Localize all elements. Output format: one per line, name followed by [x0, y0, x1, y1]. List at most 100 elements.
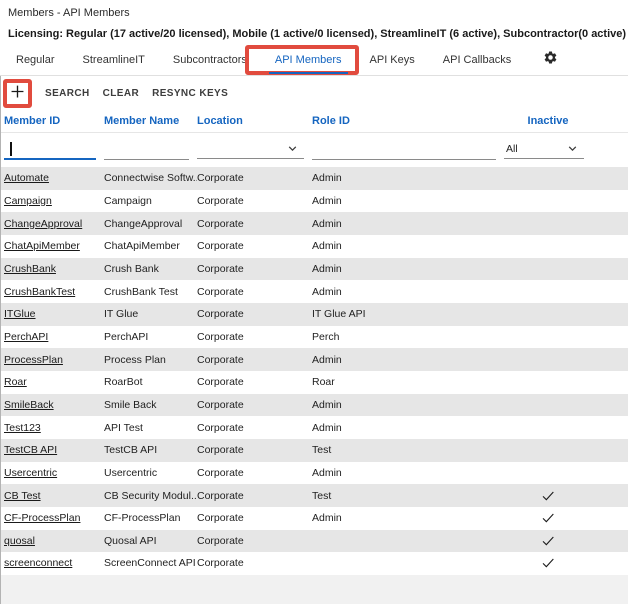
table-row[interactable]: Usercentric Usercentric Corporate Admin: [1, 462, 628, 485]
role-id-cell: Admin: [312, 285, 342, 298]
member-name-cell: CB Security Modul...: [104, 489, 197, 502]
member-id-cell: Test123: [4, 422, 104, 434]
member-id-link[interactable]: ChangeApproval: [4, 218, 82, 230]
member-id-filter-input[interactable]: [4, 140, 96, 160]
table-row[interactable]: ChatApiMember ChatApiMember Corporate Ad…: [1, 235, 628, 258]
role-id-filter-input[interactable]: [312, 139, 496, 160]
member-id-cell: CrushBankTest: [4, 286, 104, 298]
role-id-cell: Test: [312, 489, 332, 502]
location-cell: Corporate: [197, 172, 244, 185]
resync-keys-button[interactable]: RESYNC KEYS: [152, 88, 228, 99]
member-type-tabs: Regular StreamlineIT Subcontractors API …: [0, 44, 628, 75]
check-icon: [540, 535, 556, 547]
member-id-link[interactable]: screenconnect: [4, 557, 72, 569]
inactive-filter-select[interactable]: All: [504, 139, 584, 159]
tab-api-keys[interactable]: API Keys: [356, 44, 429, 75]
member-name-cell: CrushBank Test: [104, 285, 178, 298]
member-id-cell: CF-ProcessPlan: [4, 512, 104, 524]
location-filter-cell: [197, 139, 312, 159]
table-empty-area: [1, 574, 628, 604]
column-header-role-id[interactable]: Role ID: [312, 115, 504, 127]
member-name-cell: ChatApiMember: [104, 240, 180, 253]
table-row[interactable]: CrushBankTest CrushBank Test Corporate A…: [1, 280, 628, 303]
column-header-member-id[interactable]: Member ID: [4, 115, 104, 127]
table-row[interactable]: Roar RoarBot Corporate Roar: [1, 371, 628, 394]
tab-regular[interactable]: Regular: [2, 44, 69, 75]
member-id-link[interactable]: Campaign: [4, 195, 52, 207]
location-cell: Corporate: [197, 194, 244, 207]
member-id-link[interactable]: TestCB API: [4, 444, 57, 456]
table-row[interactable]: CF-ProcessPlan CF-ProcessPlan Corporate …: [1, 507, 628, 530]
role-id-cell: Roar: [312, 376, 335, 389]
inactive-cell: [504, 238, 592, 254]
table-row[interactable]: CrushBank Crush Bank Corporate Admin: [1, 257, 628, 281]
member-name-filter-input[interactable]: [104, 139, 189, 160]
inactive-cell: [504, 352, 592, 368]
inactive-cell: [504, 193, 592, 209]
member-id-link[interactable]: CB Test: [4, 490, 41, 502]
chevron-down-icon: [565, 141, 580, 156]
page-header: Members - API Members Licensing: Regular…: [0, 0, 628, 44]
table-row[interactable]: ITGlue IT Glue Corporate IT Glue API: [1, 302, 628, 326]
member-id-link[interactable]: CrushBank: [4, 263, 56, 275]
role-id-cell: Admin: [312, 398, 342, 411]
add-member-button[interactable]: [7, 83, 28, 104]
member-name-cell: API Test: [104, 421, 143, 434]
role-id-cell: Admin: [312, 466, 342, 479]
grid-settings-button[interactable]: [543, 44, 558, 75]
grid-toolbar: SEARCH CLEAR RESYNC KEYS: [1, 76, 628, 110]
clear-button[interactable]: CLEAR: [103, 88, 139, 99]
inactive-cell: [504, 261, 592, 277]
table-row[interactable]: SmileBack Smile Back Corporate Admin: [1, 393, 628, 417]
table-row[interactable]: PerchAPI PerchAPI Corporate Perch: [1, 326, 628, 349]
member-id-cell: ITGlue: [4, 308, 104, 320]
table-row[interactable]: ProcessPlan Process Plan Corporate Admin: [1, 348, 628, 371]
table-row[interactable]: ChangeApproval ChangeApproval Corporate …: [1, 212, 628, 235]
tab-label: API Members: [274, 53, 342, 66]
member-id-link[interactable]: Usercentric: [4, 467, 57, 479]
member-id-cell: screenconnect: [4, 557, 104, 569]
member-id-cell: CrushBank: [4, 263, 104, 275]
member-id-link[interactable]: Automate: [4, 172, 49, 184]
table-row[interactable]: Campaign Campaign Corporate Admin: [1, 190, 628, 213]
role-id-cell: IT Glue API: [312, 308, 366, 321]
table-row[interactable]: CB Test CB Security Modul... Corporate T…: [1, 484, 628, 507]
table-row[interactable]: Test123 API Test Corporate Admin: [1, 416, 628, 439]
column-header-member-name[interactable]: Member Name: [104, 115, 197, 127]
member-id-link[interactable]: Test123: [4, 422, 41, 434]
table-row[interactable]: screenconnect ScreenConnect API Corporat…: [1, 552, 628, 575]
tab-api-callbacks[interactable]: API Callbacks: [429, 44, 525, 75]
role-id-cell: Admin: [312, 262, 342, 275]
role-id-cell: Admin: [312, 421, 342, 434]
member-name-cell: CF-ProcessPlan: [104, 512, 181, 525]
tab-streamlineit[interactable]: StreamlineIT: [69, 44, 159, 75]
tab-subcontractors[interactable]: Subcontractors: [159, 44, 261, 75]
role-id-cell: Admin: [312, 217, 342, 230]
member-id-link[interactable]: ChatApiMember: [4, 240, 80, 252]
member-name-cell: ScreenConnect API: [104, 557, 196, 570]
member-id-link[interactable]: Roar: [4, 376, 27, 388]
inactive-cell: [504, 533, 592, 549]
location-filter-select[interactable]: [197, 139, 304, 159]
tab-api-members[interactable]: API Members: [244, 44, 359, 75]
column-header-location[interactable]: Location: [197, 115, 312, 127]
search-button[interactable]: SEARCH: [45, 88, 90, 99]
member-id-link[interactable]: ITGlue: [4, 308, 36, 320]
member-id-link[interactable]: SmileBack: [4, 399, 54, 411]
member-id-link[interactable]: quosal: [4, 535, 35, 547]
table-row[interactable]: TestCB API TestCB API Corporate Test: [1, 438, 628, 462]
table-row[interactable]: quosal Quosal API Corporate: [1, 529, 628, 553]
inactive-cell: [504, 306, 592, 322]
gear-icon: [543, 50, 558, 70]
location-cell: Corporate: [197, 285, 244, 298]
tab-label: StreamlineIT: [82, 53, 145, 66]
role-id-cell: Perch: [312, 330, 340, 343]
member-id-link[interactable]: PerchAPI: [4, 331, 48, 343]
table-row[interactable]: Automate Connectwise Softw... Corporate …: [1, 167, 628, 190]
member-id-link[interactable]: ProcessPlan: [4, 354, 63, 366]
column-header-inactive[interactable]: Inactive: [504, 115, 592, 127]
member-id-link[interactable]: CrushBankTest: [4, 286, 75, 298]
member-id-cell: Usercentric: [4, 467, 104, 479]
member-id-link[interactable]: CF-ProcessPlan: [4, 512, 80, 524]
member-name-cell: Crush Bank: [104, 262, 159, 275]
